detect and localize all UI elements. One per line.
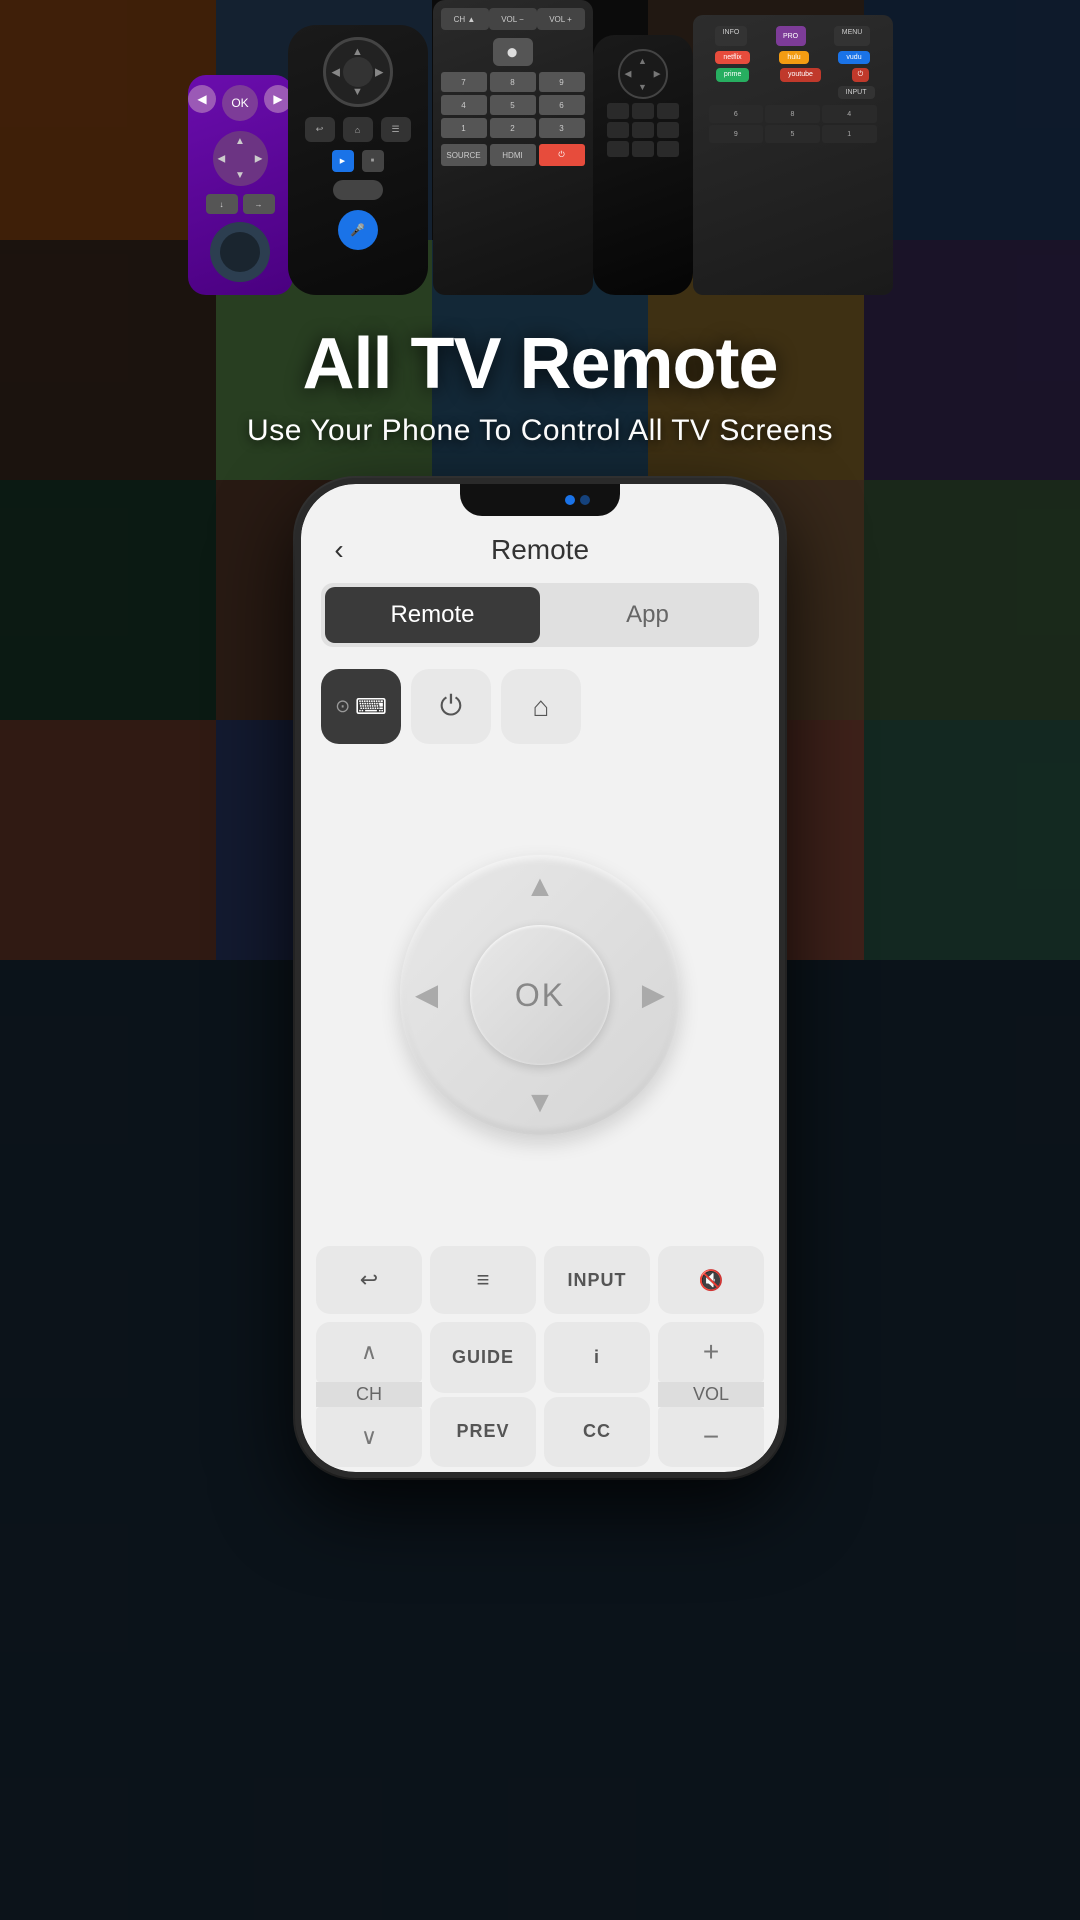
ch-down-icon: ∨ <box>361 1424 377 1450</box>
channel-column: ∧ CH ∨ <box>316 1322 422 1467</box>
remote-3: CH ▲ VOL − VOL + ⬤ 7 8 9 4 5 6 1 2 3 SOU… <box>433 0 593 295</box>
mute-physical-button <box>295 854 299 934</box>
mute-icon: 🔇 <box>699 1268 724 1293</box>
ch-label: CH <box>316 1382 422 1407</box>
vol-minus-icon: − <box>703 1421 719 1453</box>
volume-down-button[interactable]: − <box>658 1407 764 1467</box>
cc-button[interactable]: CC <box>544 1397 650 1468</box>
remote-4: ▲ ▼ ◀ ▶ <box>593 35 693 295</box>
dpad-down-arrow: ▼ <box>525 1086 555 1120</box>
cc-label: CC <box>583 1421 611 1442</box>
phone-frame: ‹ Remote Remote App <box>295 478 785 1478</box>
vol-label: VOL <box>658 1382 764 1407</box>
guide-button[interactable]: GUIDE <box>430 1322 536 1393</box>
info-label: i <box>594 1347 600 1368</box>
tab-switcher: Remote App <box>321 583 759 647</box>
dpad-right-arrow: ▶ <box>642 978 665 1013</box>
dpad-ok-button[interactable]: OK <box>470 925 610 1065</box>
home-button[interactable]: ⌂ <box>501 669 581 744</box>
back-media-button[interactable]: ↩ <box>316 1246 422 1314</box>
home-icon: ⌂ <box>533 691 550 723</box>
info-button[interactable]: i <box>544 1322 650 1393</box>
volume-column: + VOL − <box>658 1322 764 1467</box>
ch-vol-row: ∧ CH ∨ GUIDE <box>316 1322 764 1467</box>
dpad-left-arrow: ◀ <box>415 978 438 1013</box>
power-physical-button <box>781 764 785 874</box>
channel-down-button[interactable]: ∨ <box>316 1407 422 1467</box>
vol-plus-icon: + <box>703 1336 719 1368</box>
dpad-container: ▲ ◀ OK ▶ ▼ <box>400 855 680 1135</box>
tab-remote[interactable]: Remote <box>325 587 540 643</box>
prev-label: PREV <box>456 1421 509 1442</box>
input-button[interactable]: INPUT <box>544 1246 650 1314</box>
phone-screen: ‹ Remote Remote App <box>301 484 779 1472</box>
phone-mockup: ‹ Remote Remote App <box>295 478 785 1558</box>
nav-title: Remote <box>491 534 589 566</box>
menu-button[interactable]: ≡ <box>430 1246 536 1314</box>
notch-dot-1 <box>565 495 575 505</box>
phone-notch <box>460 484 620 516</box>
input-label: INPUT <box>568 1270 627 1291</box>
remote-1: ◀ OK ▶ ▲ ▼ ◀ ▶ ↓ → <box>188 75 293 295</box>
dpad-up-arrow: ▲ <box>525 870 555 904</box>
power-icon: ⏻ <box>440 690 462 723</box>
control-row-1: ↩ ≡ INPUT 🔇 <box>316 1246 764 1314</box>
tab-app[interactable]: App <box>540 587 755 643</box>
keyboard-icon: ⌨ <box>355 694 387 720</box>
remote-2: ▲ ▼ ◀ ▶ ↩ ⌂ ☰ ▶ ⏸ 🎤 <box>288 25 428 295</box>
volume-up-physical-button <box>295 684 299 734</box>
bottom-controls: ↩ ≡ INPUT 🔇 <box>301 1236 779 1472</box>
mute-button[interactable]: 🔇 <box>658 1246 764 1314</box>
power-button[interactable]: ⏻ <box>411 669 491 744</box>
info-cc-column: i CC <box>544 1322 650 1467</box>
menu-icon: ≡ <box>477 1267 490 1293</box>
title-section: All TV Remote Use Your Phone To Control … <box>207 295 873 468</box>
back-button[interactable]: ‹ <box>321 532 357 568</box>
notch-dot-2 <box>580 495 590 505</box>
touchpad-keyboard-button[interactable]: ⊙ ⌨ <box>321 669 401 744</box>
ch-up-icon: ∧ <box>361 1339 377 1365</box>
channel-up-button[interactable]: ∧ <box>316 1322 422 1382</box>
prev-button[interactable]: PREV <box>430 1397 536 1468</box>
app-subtitle: Use Your Phone To Control All TV Screens <box>247 414 833 448</box>
touchpad-icon: ⊙ <box>335 696 350 717</box>
app-screen-content: ‹ Remote Remote App <box>301 484 779 1472</box>
quick-actions-row: ⊙ ⌨ ⏻ ⌂ <box>301 659 779 754</box>
remotes-section: ◀ OK ▶ ▲ ▼ ◀ ▶ ↓ → ▲ ▼ ◀ <box>0 0 1080 295</box>
navigation-bar: ‹ Remote <box>301 524 779 571</box>
back-media-icon: ↩ <box>360 1267 378 1293</box>
middle-buttons-column: GUIDE PREV <box>430 1322 536 1467</box>
back-chevron-icon: ‹ <box>334 536 343 564</box>
volume-up-button[interactable]: + <box>658 1322 764 1382</box>
guide-label: GUIDE <box>452 1347 514 1368</box>
volume-down-physical-button <box>295 754 299 834</box>
dpad-outer-ring[interactable]: ▲ ◀ OK ▶ ▼ <box>400 855 680 1135</box>
remote-5: INFO PRO MENU netflix hulu vudu prime yo… <box>693 15 893 295</box>
app-title: All TV Remote <box>247 325 833 404</box>
main-content: ◀ OK ▶ ▲ ▼ ◀ ▶ ↓ → ▲ ▼ ◀ <box>0 0 1080 1920</box>
dpad-section: ▲ ◀ OK ▶ ▼ <box>301 754 779 1236</box>
